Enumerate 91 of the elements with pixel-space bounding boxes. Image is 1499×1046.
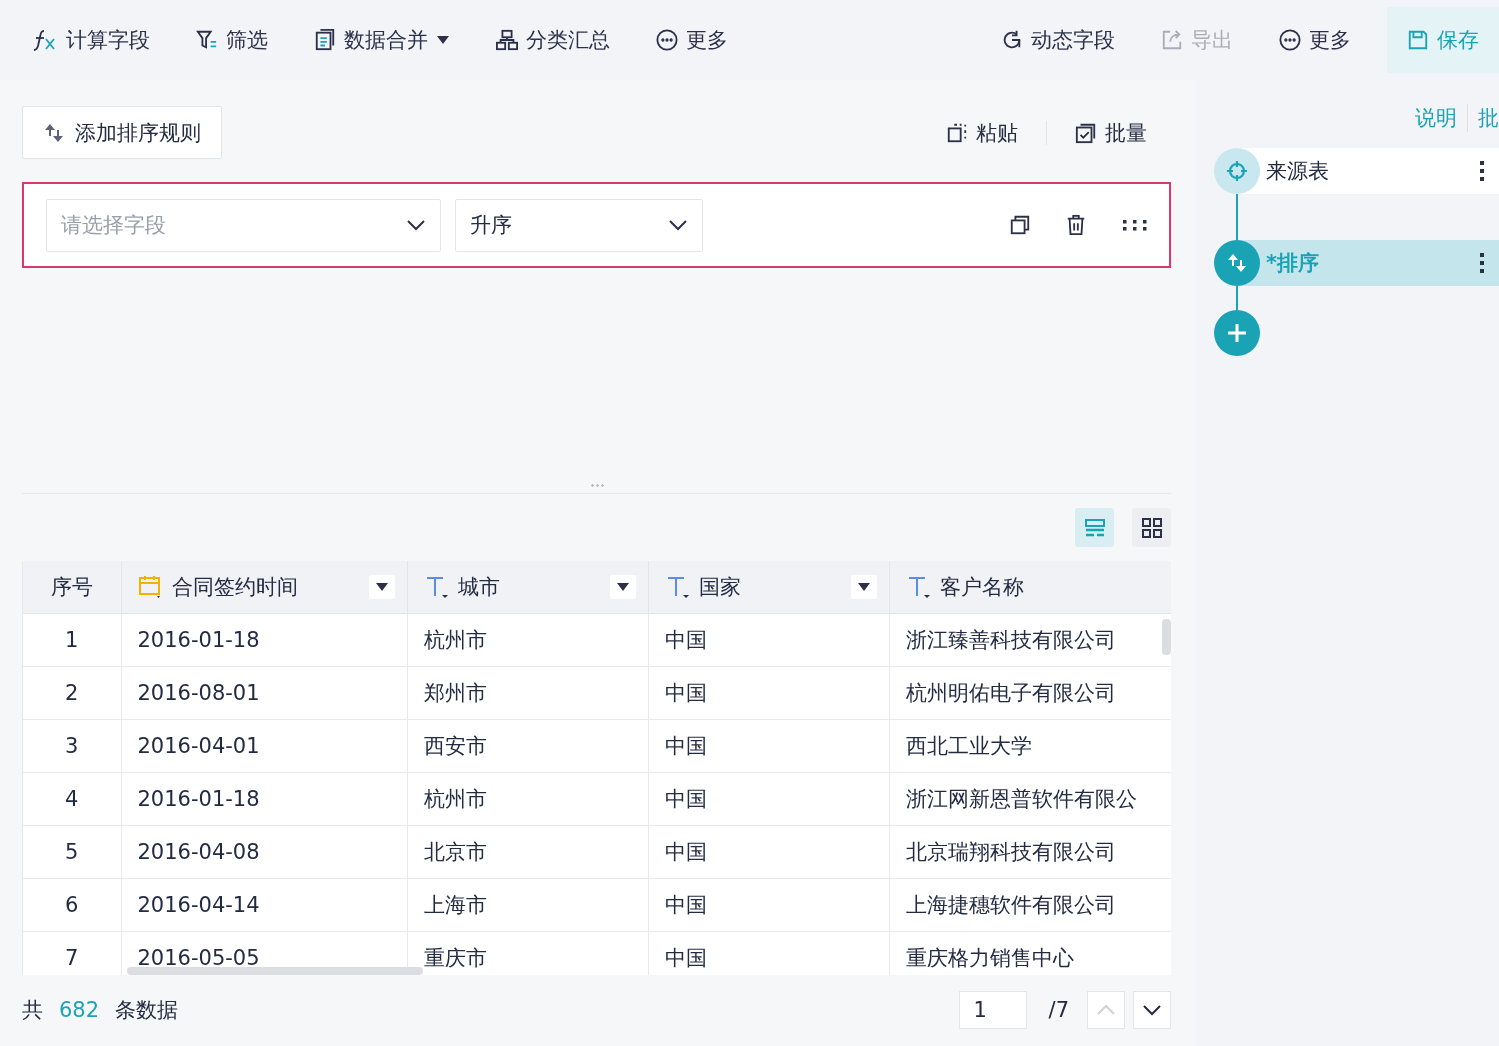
table-cell: 5 — [65, 839, 79, 864]
dropdown-icon[interactable] — [609, 574, 636, 599]
batch-button[interactable]: 批量 — [1075, 118, 1147, 147]
table-cell: 7 — [65, 945, 79, 970]
list-view-icon — [1083, 516, 1106, 539]
delete-icon[interactable] — [1065, 214, 1087, 236]
table-cell: 浙江网新恩普软件有限公 — [905, 786, 1137, 811]
table-cell: 2016-04-01 — [137, 733, 260, 758]
table-cell: 6 — [65, 892, 79, 917]
next-page-button[interactable] — [1133, 991, 1171, 1029]
table-cell: 2016-04-14 — [137, 892, 260, 917]
page-total: /7 — [1048, 998, 1069, 1022]
plus-icon — [1226, 322, 1248, 344]
copy-icon[interactable] — [1009, 214, 1031, 236]
table-cell: 北京市 — [423, 839, 487, 864]
column-header[interactable]: 序号 — [23, 561, 121, 613]
sort-node-icon[interactable] — [1214, 240, 1260, 286]
toolbar-button[interactable]: 分类汇总 — [486, 26, 620, 54]
grid-view-icon — [1140, 516, 1163, 539]
sort-arrows-icon — [1226, 252, 1248, 274]
table-cell: 重庆市 — [423, 945, 487, 970]
total-count: 682 — [59, 998, 100, 1022]
toolbar-button[interactable]: 更多 — [1269, 26, 1361, 54]
table-cell: 2 — [65, 680, 79, 705]
table-cell: 4 — [65, 786, 79, 811]
column-header[interactable]: 合同签约时间 — [121, 561, 407, 613]
total-label: 条数据 — [115, 997, 179, 1024]
table-cell: 2016-05-05 — [137, 945, 260, 970]
table-cell: 2016-04-08 — [137, 839, 260, 864]
table-cell: 西安市 — [423, 733, 487, 758]
drag-handle-icon[interactable] — [1121, 219, 1147, 231]
add-sort-rule-button[interactable]: 添加排序规则 — [22, 106, 222, 159]
chevron-down-icon — [406, 219, 426, 231]
source-node-icon[interactable] — [1214, 148, 1260, 194]
toolbar-button[interactable]: 动态字段 — [991, 26, 1125, 54]
table-cell: 西北工业大学 — [905, 733, 1032, 758]
table-cell: 北京瑞翔科技有限公司 — [905, 839, 1116, 864]
table-cell: 1 — [65, 627, 79, 652]
save-icon — [1407, 29, 1429, 51]
table-cell: 郑州市 — [423, 680, 487, 705]
toolbar-button[interactable]: 计算字段 — [22, 26, 160, 54]
more-icon — [1279, 29, 1301, 51]
more-icon — [656, 29, 678, 51]
column-header[interactable]: 城市 — [407, 561, 648, 613]
table-cell: 中国 — [664, 627, 707, 652]
more-vertical-icon[interactable] — [1479, 252, 1485, 274]
paste-icon — [946, 121, 968, 144]
scrollbar-thumb[interactable] — [1162, 619, 1171, 655]
column-header[interactable]: 国家 — [648, 561, 889, 613]
chevron-up-icon — [1096, 1004, 1116, 1016]
refresh-icon — [1001, 29, 1023, 51]
table-cell: 杭州市 — [423, 627, 487, 652]
document-icon — [314, 29, 336, 51]
chevron-down-icon — [668, 219, 688, 231]
table-cell: 浙江臻善科技有限公司 — [905, 627, 1116, 652]
dropdown-icon[interactable] — [368, 574, 395, 599]
table-cell: 中国 — [664, 892, 707, 917]
table-cell: 3 — [65, 733, 79, 758]
grid-view-button[interactable] — [1132, 508, 1171, 547]
table-cell: 上海市 — [423, 892, 487, 917]
table-cell: 2016-08-01 — [137, 680, 260, 705]
resize-handle-icon[interactable] — [589, 484, 604, 487]
chevron-down-icon — [1142, 1004, 1162, 1016]
checkbox-icon — [1075, 121, 1097, 144]
table-cell: 2016-01-18 — [137, 786, 260, 811]
add-step-button[interactable] — [1214, 310, 1260, 356]
table-cell: 中国 — [664, 839, 707, 864]
table-cell: 重庆格力销售中心 — [905, 945, 1074, 970]
table-cell: 杭州市 — [423, 786, 487, 811]
function-icon — [32, 28, 58, 52]
hierarchy-icon — [496, 29, 518, 51]
scrollbar-thumb[interactable] — [127, 967, 423, 975]
page-input[interactable]: 1 — [958, 991, 1027, 1029]
table-cell: 中国 — [664, 786, 707, 811]
order-select[interactable]: 升序 — [455, 198, 703, 252]
table-cell: 中国 — [664, 680, 707, 705]
more-vertical-icon[interactable] — [1479, 160, 1485, 182]
toolbar-button[interactable]: 更多 — [646, 26, 738, 54]
table-cell: 上海捷穗软件有限公司 — [905, 892, 1116, 917]
dropdown-icon[interactable] — [850, 574, 877, 599]
paste-button[interactable]: 粘贴 — [946, 118, 1018, 147]
export-icon — [1161, 29, 1183, 51]
total-label: 共 — [22, 997, 43, 1024]
table-cell: 中国 — [664, 733, 707, 758]
filter-icon — [196, 29, 218, 51]
table-cell: 杭州明佑电子有限公司 — [905, 680, 1116, 705]
table-cell: 中国 — [664, 945, 707, 970]
toolbar-button[interactable]: 筛选 — [186, 26, 278, 54]
table-cell: 2016-01-18 — [137, 627, 260, 652]
column-header[interactable]: 客户名称 — [889, 561, 1171, 613]
toolbar-button[interactable]: 数据合并 — [304, 26, 460, 54]
